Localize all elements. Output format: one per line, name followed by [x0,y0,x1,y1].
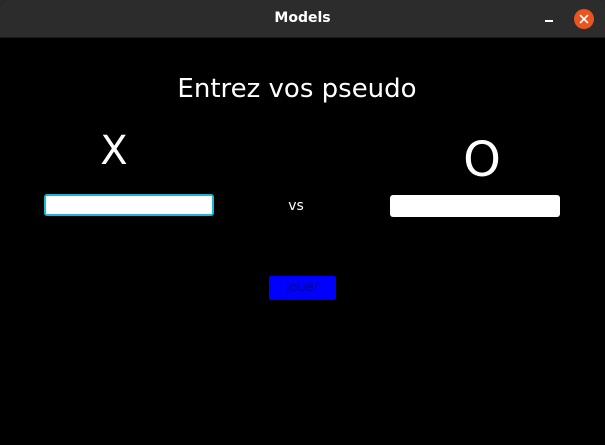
minimize-icon [545,20,553,22]
close-icon [579,14,589,24]
title-bar[interactable]: Models [0,0,605,38]
player-x-label: X [100,128,128,174]
player-o-label: O [463,132,501,188]
app-window: Models Entrez vos pseudo X O vs jouer [0,0,605,445]
game-setup-panel: Entrez vos pseudo X O vs jouer [0,38,605,445]
player-x-name-input[interactable] [44,194,214,216]
versus-label: vs [288,198,304,214]
close-button[interactable] [574,9,594,29]
page-title: Entrez vos pseudo [177,74,417,104]
play-button[interactable]: jouer [269,276,336,300]
window-title: Models [274,10,331,26]
minimize-button[interactable] [538,9,560,29]
player-o-name-input[interactable] [390,195,560,217]
